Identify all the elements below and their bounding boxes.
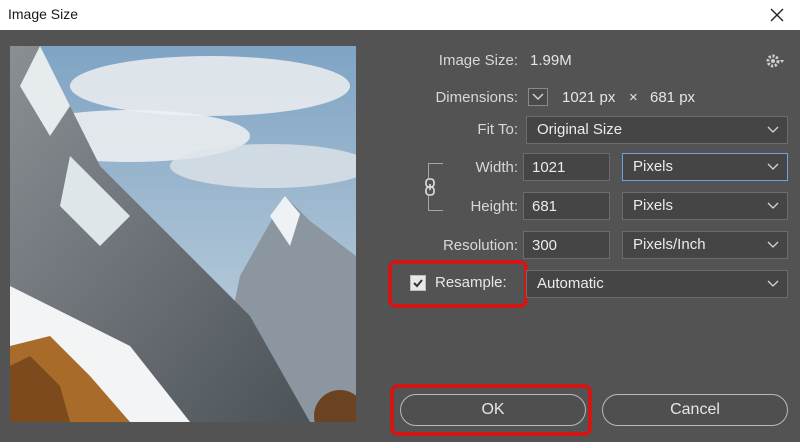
resolution-unit-select[interactable]: Pixels/Inch	[622, 231, 788, 259]
constrain-proportions-button[interactable]	[422, 178, 438, 196]
image-size-label: Image Size:	[438, 52, 518, 69]
dialog-body: Image Size: 1.99M Dimensions: 1021 px × …	[0, 30, 800, 442]
height-unit-value: Pixels	[633, 197, 674, 214]
resolution-unit-value: Pixels/Inch	[633, 236, 706, 253]
chevron-down-icon	[767, 202, 779, 209]
height-unit-select[interactable]: Pixels	[622, 192, 788, 220]
width-input[interactable]	[523, 153, 610, 181]
dimensions-width: 1021 px	[562, 89, 616, 106]
chevron-down-icon	[767, 280, 779, 287]
settings-button[interactable]	[765, 52, 787, 70]
height-label: Height:	[470, 198, 518, 215]
resample-checkbox[interactable]	[410, 275, 426, 291]
dimensions-times: ×	[629, 89, 638, 106]
resample-method-select[interactable]: Automatic	[526, 270, 788, 298]
close-icon	[770, 8, 784, 22]
chevron-down-icon	[767, 163, 779, 170]
fit-to-label: Fit To:	[477, 121, 518, 138]
width-label: Width:	[475, 159, 518, 176]
close-button[interactable]	[764, 2, 790, 28]
image-preview[interactable]	[10, 46, 356, 422]
image-size-value: 1.99M	[530, 52, 572, 69]
dialog-title: Image Size	[8, 6, 79, 22]
ok-button[interactable]: OK	[400, 394, 586, 426]
resolution-input[interactable]	[523, 231, 610, 259]
fit-to-value: Original Size	[537, 121, 623, 138]
dimensions-height: 681 px	[650, 89, 696, 106]
chevron-down-icon	[767, 126, 779, 133]
gear-icon	[766, 54, 784, 68]
chevron-down-icon	[767, 241, 779, 248]
cancel-button[interactable]: Cancel	[602, 394, 788, 426]
link-icon	[425, 178, 435, 196]
dimensions-label: Dimensions:	[435, 89, 518, 106]
dialog-title-bar: Image Size	[0, 0, 800, 30]
width-unit-select[interactable]: Pixels	[622, 153, 788, 181]
checkmark-icon	[413, 279, 423, 288]
chevron-down-icon	[532, 93, 544, 100]
dimensions-unit-toggle[interactable]	[528, 88, 548, 106]
height-input[interactable]	[523, 192, 610, 220]
fit-to-select[interactable]: Original Size	[526, 116, 788, 144]
width-unit-value: Pixels	[633, 158, 674, 175]
resample-method-value: Automatic	[537, 275, 604, 292]
resample-label: Resample:	[435, 274, 507, 291]
resolution-label: Resolution:	[442, 237, 518, 254]
